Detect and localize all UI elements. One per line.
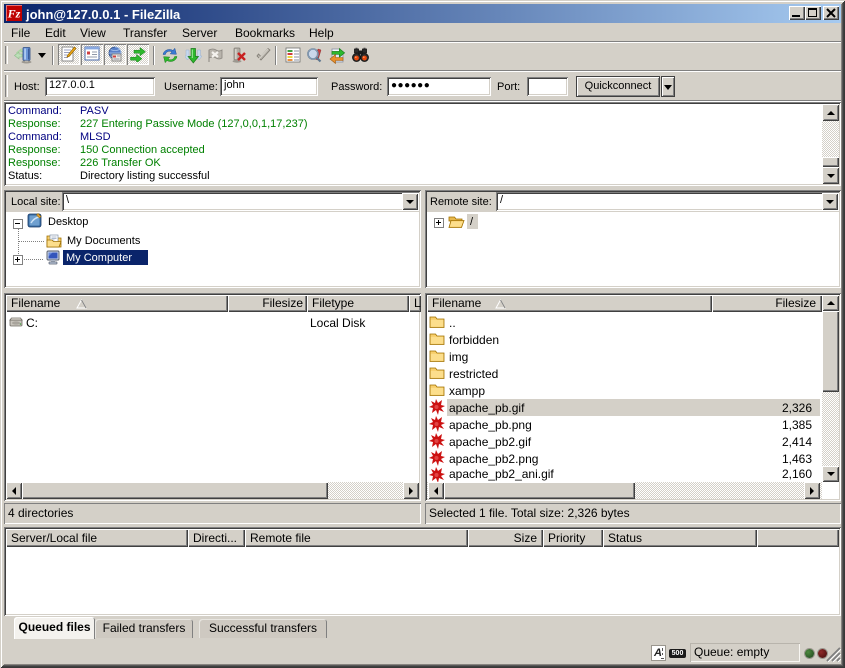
svg-text:Fz: Fz [7, 7, 21, 21]
